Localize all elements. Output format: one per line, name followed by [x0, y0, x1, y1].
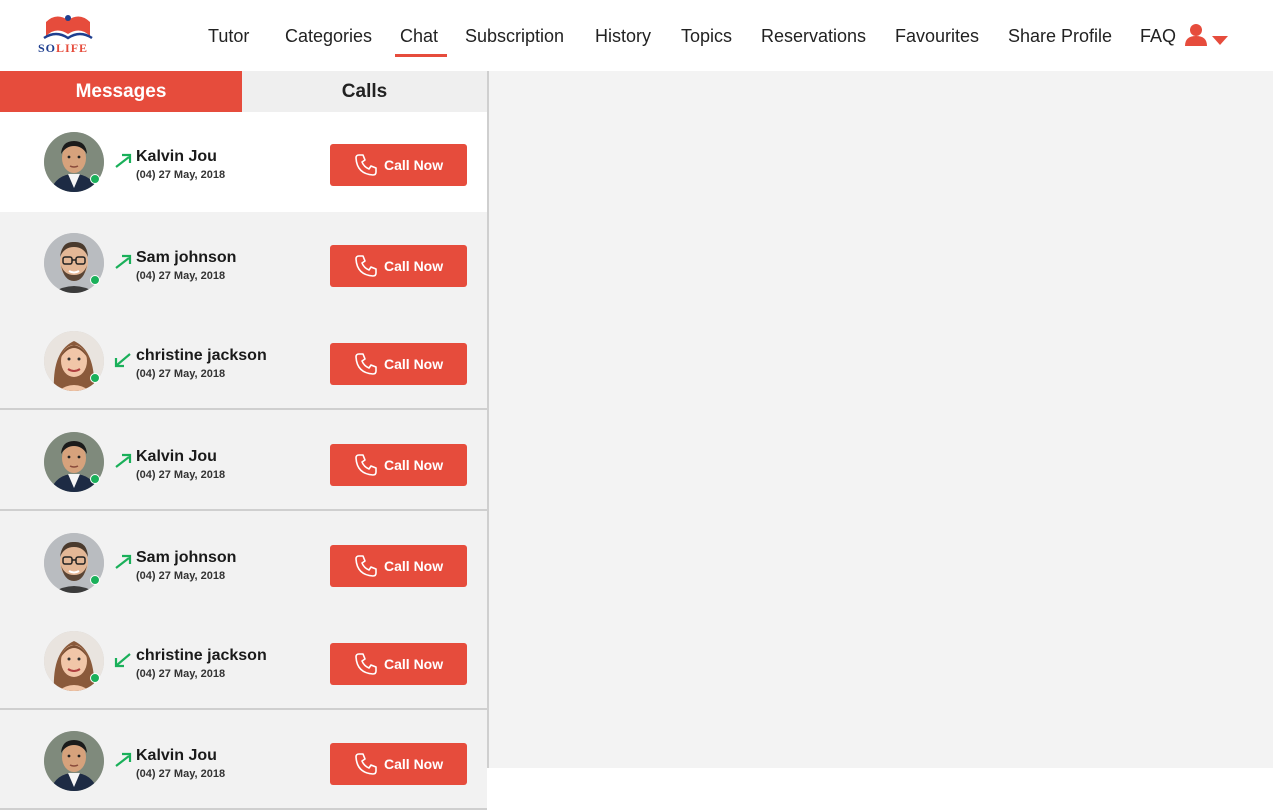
call-now-button[interactable]: Call Now	[330, 444, 467, 486]
online-status-dot	[90, 575, 100, 585]
nav-item-faq[interactable]: FAQ	[1140, 26, 1176, 47]
online-status-dot	[90, 275, 100, 285]
nav-item-subscription[interactable]: Subscription	[465, 26, 564, 47]
caller-name: Sam johnson	[136, 249, 237, 266]
call-now-button[interactable]: Call Now	[330, 144, 467, 186]
call-now-button[interactable]: Call Now	[330, 343, 467, 385]
call-now-label: Call Now	[384, 258, 444, 274]
phone-icon	[355, 555, 377, 577]
phone-icon	[355, 154, 377, 176]
call-direction	[112, 450, 134, 472]
active-nav-indicator	[395, 54, 447, 57]
outgoing-call-arrow-icon	[115, 254, 132, 269]
logo-wordmark: SOLIFE	[38, 41, 100, 56]
outgoing-call-arrow-icon	[115, 153, 132, 168]
call-now-button[interactable]: Call Now	[330, 643, 467, 685]
user-icon	[1185, 24, 1207, 46]
call-now-button[interactable]: Call Now	[330, 245, 467, 287]
call-list-item[interactable]: christine jackson (04) 27 May, 2018 Call N…	[0, 610, 487, 710]
nav-item-topics[interactable]: Topics	[681, 26, 732, 47]
nav-item-categories[interactable]: Categories	[285, 26, 372, 47]
avatar	[44, 731, 104, 791]
book-logo-icon	[43, 15, 93, 40]
caller-name: Sam johnson	[136, 549, 237, 566]
call-direction	[112, 150, 134, 172]
call-list-item[interactable]: christine jackson (04) 27 May, 2018 Call N…	[0, 310, 487, 410]
logo-wordmark-suffix: LIFE	[56, 41, 89, 55]
online-status-dot	[90, 174, 100, 184]
nav-item-reservations[interactable]: Reservations	[761, 26, 866, 47]
calls-sidebar: Messages Calls Kalvin Jou (04) 27 May, 20…	[0, 71, 489, 810]
phone-icon	[355, 753, 377, 775]
phone-icon	[355, 454, 377, 476]
call-list-item[interactable]: Kalvin Jou (04) 27 May, 2018 Call Now	[0, 112, 487, 212]
call-now-label: Call Now	[384, 356, 444, 372]
caller-name: Kalvin Jou	[136, 148, 217, 165]
call-date: (04) 27 May, 2018	[136, 169, 226, 181]
user-menu-button[interactable]	[1184, 23, 1230, 49]
nav-item-tutor[interactable]: Tutor	[208, 26, 249, 47]
call-date: (04) 27 May, 2018	[136, 768, 226, 780]
call-now-label: Call Now	[384, 157, 444, 173]
tab-messages[interactable]: Messages	[0, 71, 242, 112]
logo-wordmark-prefix: SO	[38, 41, 57, 55]
call-now-label: Call Now	[384, 457, 444, 473]
call-now-button[interactable]: Call Now	[330, 545, 467, 587]
call-direction	[112, 649, 134, 671]
call-now-label: Call Now	[384, 558, 444, 574]
sidebar-tabs: Messages Calls	[0, 71, 487, 112]
call-date: (04) 27 May, 2018	[136, 270, 226, 282]
call-now-button[interactable]: Call Now	[330, 743, 467, 785]
online-status-dot	[90, 474, 100, 484]
nav-item-chat[interactable]: Chat	[400, 26, 438, 47]
call-date: (04) 27 May, 2018	[136, 668, 226, 680]
call-direction	[112, 349, 134, 371]
call-date: (04) 27 May, 2018	[136, 368, 226, 380]
call-now-label: Call Now	[384, 656, 444, 672]
call-list-item[interactable]: Kalvin Jou (04) 27 May, 2018 Call Now	[0, 411, 487, 511]
incoming-call-arrow-icon	[114, 353, 131, 368]
tab-calls[interactable]: Calls	[242, 71, 487, 112]
caller-name: christine jackson	[136, 347, 267, 364]
solife-logo[interactable]: SOLIFE	[36, 12, 100, 56]
caret-down-icon	[1212, 36, 1228, 45]
phone-icon	[355, 653, 377, 675]
nav-item-share-profile[interactable]: Share Profile	[1008, 26, 1112, 47]
caller-name: Kalvin Jou	[136, 448, 217, 465]
caller-name: Kalvin Jou	[136, 747, 217, 764]
call-direction	[112, 251, 134, 273]
call-list-item[interactable]: Sam johnson (04) 27 May, 2018 Call Now	[0, 512, 487, 612]
phone-icon	[355, 353, 377, 375]
nav-item-history[interactable]: History	[595, 26, 651, 47]
call-date: (04) 27 May, 2018	[136, 469, 226, 481]
call-list-item[interactable]: Sam johnson (04) 27 May, 2018 Call Now	[0, 212, 487, 312]
outgoing-call-arrow-icon	[115, 554, 132, 569]
call-list-item[interactable]: Kalvin Jou (04) 27 May, 2018 Call Now	[0, 710, 487, 810]
conversation-panel	[489, 71, 1273, 768]
caller-name: christine jackson	[136, 647, 267, 664]
call-now-label: Call Now	[384, 756, 444, 772]
incoming-call-arrow-icon	[114, 653, 131, 668]
online-status-dot	[90, 373, 100, 383]
nav-item-favourites[interactable]: Favourites	[895, 26, 979, 47]
outgoing-call-arrow-icon	[115, 453, 132, 468]
online-status-dot	[90, 673, 100, 683]
call-direction	[112, 551, 134, 573]
phone-icon	[355, 255, 377, 277]
man-portrait	[44, 731, 104, 791]
top-navigation-bar: SOLIFE Tutor Categories Chat Subscriptio…	[0, 0, 1273, 71]
call-date: (04) 27 May, 2018	[136, 570, 226, 582]
